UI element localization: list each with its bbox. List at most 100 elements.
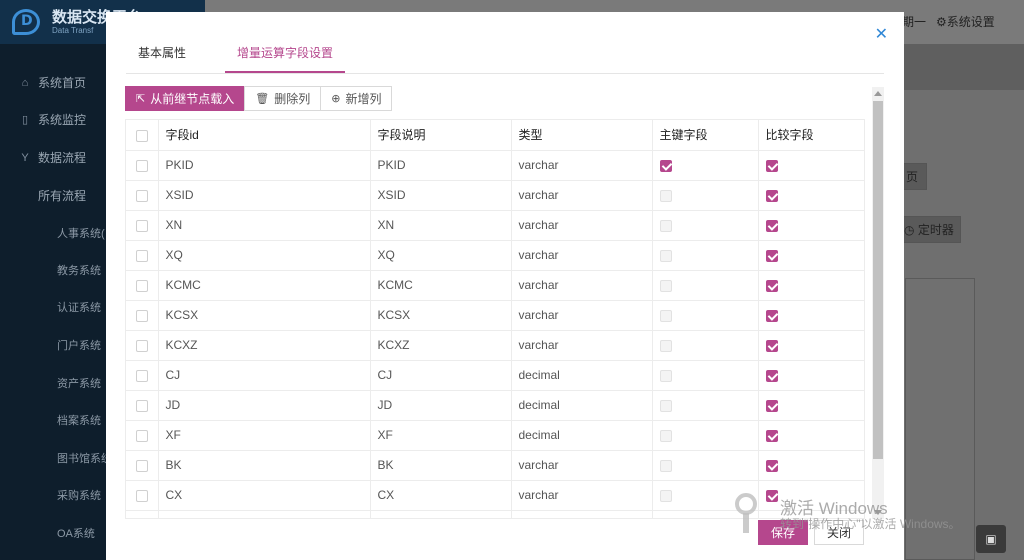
table-row[interactable]: XSID XSID varchar — [126, 180, 864, 211]
cell-type: decimal — [511, 360, 653, 391]
cell-type: varchar — [511, 180, 653, 211]
tab-basic-properties[interactable]: 基本属性 — [126, 45, 198, 73]
home-icon: ⌂ — [21, 76, 29, 89]
grid-scrollbar[interactable] — [872, 87, 884, 519]
row-select-checkbox[interactable] — [126, 180, 159, 211]
row-select-checkbox[interactable] — [126, 270, 159, 301]
cell-type: decimal — [511, 420, 653, 451]
cell-id: XN — [158, 210, 371, 241]
sidebar-subitem[interactable]: 教务系统 — [57, 262, 101, 278]
delete-column-button[interactable]: 🗑 删除列 — [244, 86, 322, 111]
primary-key-checkbox[interactable] — [652, 330, 759, 361]
sidebar-subitem[interactable]: 资产系统 — [57, 375, 101, 391]
primary-key-checkbox[interactable] — [652, 240, 759, 271]
row-select-checkbox[interactable] — [126, 450, 159, 481]
timer-label: 定时器 — [917, 223, 954, 237]
compare-field-checkbox[interactable] — [758, 390, 864, 421]
add-label: 新增列 — [345, 92, 382, 106]
primary-key-checkbox[interactable] — [652, 390, 759, 421]
compare-field-checkbox[interactable] — [758, 450, 864, 481]
sidebar-subitem[interactable]: OA系统 — [57, 525, 95, 541]
cell-id: XF — [158, 420, 371, 451]
cell-type: decimal — [511, 390, 653, 421]
compare-field-checkbox[interactable] — [758, 240, 864, 271]
logo-icon: D — [10, 7, 46, 37]
sidebar-item-all-flows[interactable]: 所有流程 — [38, 187, 86, 204]
compare-field-checkbox[interactable] — [758, 180, 864, 211]
row-select-checkbox[interactable] — [126, 360, 159, 391]
row-select-checkbox[interactable] — [126, 420, 159, 451]
row-select-checkbox[interactable] — [126, 150, 159, 181]
sidebar-subitem[interactable]: 采购系统 — [57, 487, 101, 503]
primary-key-checkbox[interactable] — [652, 300, 759, 331]
primary-key-checkbox[interactable] — [652, 360, 759, 391]
row-select-checkbox[interactable] — [126, 390, 159, 421]
sidebar-subitem[interactable]: 认证系统 — [57, 299, 101, 315]
row-select-checkbox[interactable] — [126, 210, 159, 241]
row-select-checkbox[interactable] — [126, 300, 159, 331]
cell-id: CX — [158, 480, 371, 511]
sidebar-subitem[interactable]: 图书馆系统 — [57, 450, 112, 466]
cell-id: JD — [158, 390, 371, 421]
table-row[interactable]: KCXZ KCXZ varchar — [126, 330, 864, 361]
primary-key-checkbox[interactable] — [652, 450, 759, 481]
sidebar-subitem[interactable]: 人事系统( — [57, 225, 105, 241]
sidebar-subitem[interactable]: 门户系统 — [57, 337, 101, 353]
table-row[interactable]: PKID PKID varchar — [126, 150, 864, 181]
table-row[interactable]: BK BK varchar — [126, 450, 864, 481]
column-header: 类型 — [511, 120, 653, 151]
timer-button[interactable]: ◷ 定时器 — [897, 216, 961, 243]
primary-key-checkbox[interactable] — [652, 420, 759, 451]
load-from-previous-button[interactable]: ⇱ 从前继节点载入 — [125, 86, 246, 111]
compare-field-checkbox[interactable] — [758, 270, 864, 301]
primary-key-checkbox[interactable] — [652, 150, 759, 181]
action-center-icon[interactable]: ▣ — [976, 525, 1006, 553]
row-select-checkbox[interactable] — [126, 510, 159, 518]
clock-icon: ◷ — [904, 223, 915, 237]
compare-field-checkbox[interactable] — [758, 420, 864, 451]
scrollbar-thumb[interactable] — [873, 101, 883, 459]
row-select-checkbox[interactable] — [126, 240, 159, 271]
compare-field-checkbox[interactable] — [758, 210, 864, 241]
cell-type: varchar — [511, 210, 653, 241]
cell-desc: PKID — [370, 150, 512, 181]
monitor-icon: ▯ — [21, 113, 29, 126]
table-row[interactable]: XF XF decimal — [126, 420, 864, 451]
table-row[interactable]: JD JD decimal — [126, 390, 864, 421]
cell-desc: XQ — [370, 240, 512, 271]
cell-type: varchar — [511, 150, 653, 181]
settings-label: 系统设置 — [946, 15, 995, 29]
compare-field-checkbox[interactable] — [758, 300, 864, 331]
add-column-button[interactable]: ⊕ 新增列 — [320, 86, 393, 111]
load-label: 从前继节点载入 — [150, 92, 235, 106]
close-icon[interactable]: ✕ — [875, 24, 888, 43]
table-header-row: 字段id 字段说明 类型 主键字段 比较字段 — [126, 120, 864, 151]
cell-desc: KCXZ — [370, 330, 512, 361]
settings-link[interactable]: ⚙系统设置 — [936, 13, 995, 30]
cell-id: PKID — [158, 150, 371, 181]
table-row[interactable]: CJ CJ decimal — [126, 360, 864, 391]
sidebar-subitem[interactable]: 档案系统 — [57, 412, 101, 428]
compare-field-checkbox[interactable] — [758, 150, 864, 181]
date-fragment: 期一 — [902, 15, 927, 29]
select-all-checkbox[interactable] — [126, 120, 159, 151]
tab-incremental-fields[interactable]: 增量运算字段设置 — [225, 45, 346, 73]
table-row[interactable]: XQ XQ varchar — [126, 240, 864, 271]
primary-key-checkbox[interactable] — [652, 210, 759, 241]
column-header: 比较字段 — [758, 120, 864, 151]
table-row[interactable]: KCSX KCSX varchar — [126, 300, 864, 331]
cell-desc: CJ — [370, 360, 512, 391]
row-select-checkbox[interactable] — [126, 480, 159, 511]
compare-field-checkbox[interactable] — [758, 360, 864, 391]
cell-id: XSID — [158, 180, 371, 211]
table-row[interactable]: KCMC KCMC varchar — [126, 270, 864, 301]
row-select-checkbox[interactable] — [126, 330, 159, 361]
primary-key-checkbox[interactable] — [652, 270, 759, 301]
compare-field-checkbox[interactable] — [758, 330, 864, 361]
cell-desc — [370, 510, 512, 518]
primary-key-checkbox[interactable] — [652, 180, 759, 211]
cell-id: BK — [158, 450, 371, 481]
cell-type: varchar — [511, 300, 653, 331]
table-row[interactable]: XN XN varchar — [126, 210, 864, 241]
scroll-up-icon[interactable] — [874, 91, 882, 96]
